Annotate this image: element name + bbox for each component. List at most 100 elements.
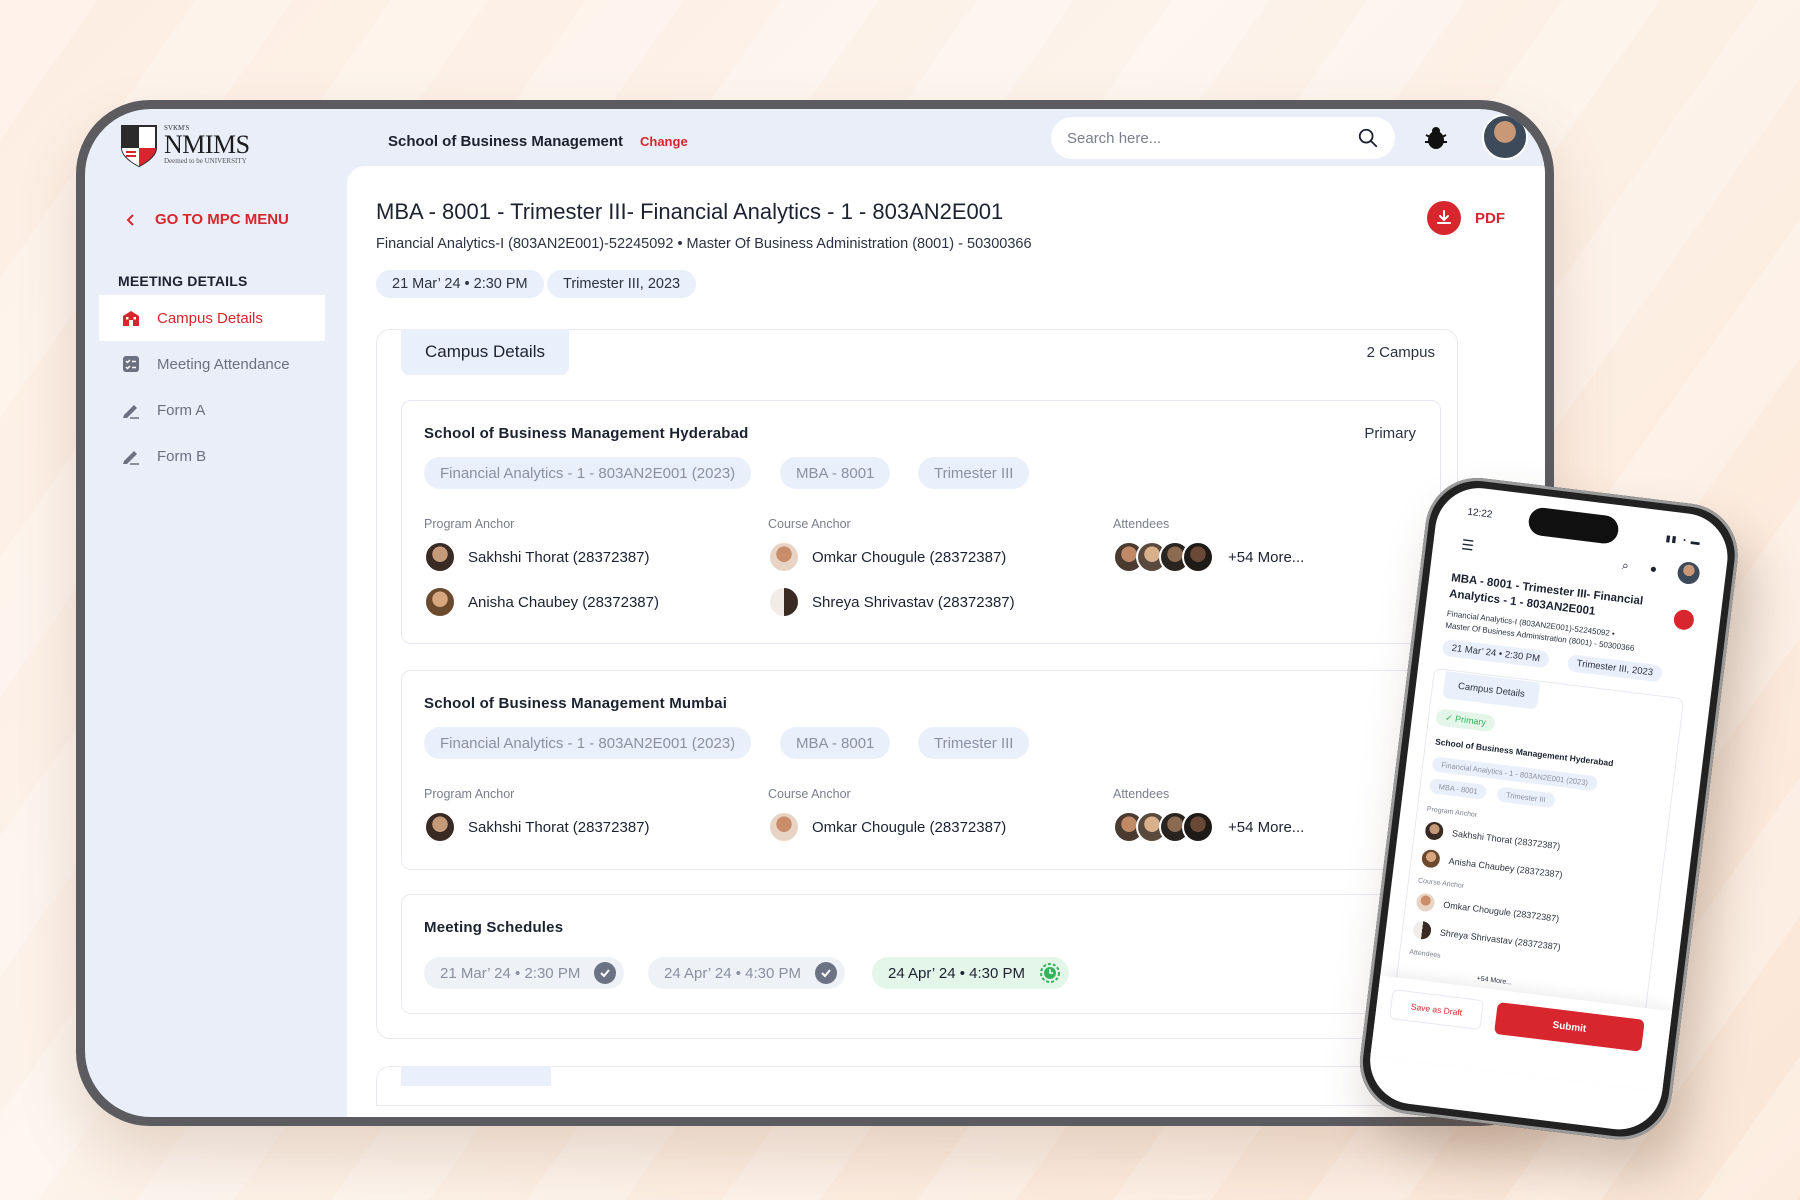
avatar [1419,847,1443,870]
campus-card: School of Business Management Hyderabad … [401,400,1441,644]
avatar [1423,819,1446,843]
search-input[interactable]: Search here... [1051,117,1395,159]
tab-campus-details[interactable]: Campus Details [401,329,569,375]
meeting-schedules-card: Meeting Schedules 21 Mar’ 24 • 2:30 PM 2… [401,894,1441,1014]
primary-badge: Primary [1364,425,1416,442]
schedule-chip[interactable]: 21 Mar’ 24 • 2:30 PM [424,957,625,989]
search-placeholder: Search here... [1067,129,1162,147]
person-name: Omkar Chougule (28372387) [812,548,1007,566]
dynamic-island [1527,506,1620,546]
logo-sub-text: Deemed to be UNIVERSITY [164,157,247,165]
status-bar-icons: ▮▮ ◔ ▬ [1665,533,1702,548]
search-icon[interactable]: ⌕ [1621,558,1629,574]
course-anchor-label: Course Anchor [768,787,851,801]
trimester-tag: Trimester III [918,727,1030,759]
date-chip: 21 Mar’ 24 • 2:30 PM [376,270,544,298]
sidebar-item-form-a[interactable]: Form A [99,387,325,433]
save-draft-label: Save as Draft [1410,1001,1463,1018]
schedule-label: 21 Mar’ 24 • 2:30 PM [440,964,581,982]
clock-progress-icon [1040,963,1060,983]
avatar [424,586,456,618]
sidebar-item-meeting-attendance[interactable]: Meeting Attendance [99,341,325,387]
campus-card: School of Business Management Mumbai Fin… [401,670,1441,870]
campus-name: School of Business Management Mumbai [424,695,728,712]
submit-label: Submit [1551,1019,1587,1035]
search-icon[interactable] [1357,127,1379,149]
attendee-avatars[interactable]: +54 More... [1113,541,1304,573]
main-panel: MBA - 8001 - Trimester III- Financial An… [347,166,1545,1117]
program-anchor-person[interactable]: Anisha Chaubey (28372387) [424,586,659,618]
change-school-link[interactable]: Change [640,134,688,149]
avatar [1414,891,1437,914]
attendee-avatars[interactable]: +54 More... [1113,811,1304,843]
download-icon [1427,201,1461,235]
download-pdf-button[interactable]: PDF [1427,201,1505,235]
bug-report-icon[interactable]: ● [1649,561,1658,576]
program-anchor-label: Program Anchor [424,787,515,801]
program-anchor-person[interactable]: Sakhshi Thorat (28372387) [424,541,650,573]
course-anchor-person[interactable]: Shreya Shrivastav (28372387) [768,586,1015,618]
avatar [424,541,456,573]
download-pdf-button[interactable] [1672,608,1696,631]
course-tag: Financial Analytics - 1 - 803AN2E001 (20… [424,457,752,489]
pen-icon [123,451,139,465]
avatar [424,811,456,843]
date-chip: 21 Mar’ 24 • 2:30 PM [1441,638,1550,669]
campus-name: School of Business Management Hyderabad [424,425,749,442]
avatar [768,541,800,573]
schedule-label: 24 Apr’ 24 • 4:30 PM [664,964,801,982]
page-subtitle: Financial Analytics-I (803AN2E001)-52245… [376,236,1032,252]
course-tag: Financial Analytics - 1 - 803AN2E001 (20… [424,727,752,759]
avatar [1410,919,1434,942]
user-avatar[interactable] [1676,560,1701,586]
person-name: Anisha Chaubey (28372387) [468,593,659,611]
term-chip: Trimester III, 2023 [1566,654,1663,683]
avatar [768,811,800,843]
sidebar-item-label: Form B [157,447,207,465]
sidebar-item-label: Form A [157,401,206,419]
sidebar-item-form-b[interactable]: Form B [99,433,325,479]
back-label: GO TO MPC MENU [155,211,289,228]
building-icon [123,311,139,326]
checklist-icon [123,356,139,372]
attendees-label: Attendees [1113,517,1170,531]
primary-label: Primary [1454,713,1487,728]
nmims-logo[interactable]: SVKM'S NMIMS Deemed to be UNIVERSITY [120,119,260,171]
user-avatar[interactable] [1482,114,1528,160]
schedule-chip[interactable]: 24 Apr’ 24 • 4:30 PM [648,957,845,989]
pen-icon [123,405,139,419]
person-name: Sakhshi Thorat (28372387) [468,548,650,566]
meeting-schedules-title: Meeting Schedules [424,919,564,936]
check-icon [815,962,837,984]
course-anchor-person[interactable]: Omkar Chougule (28372387) [768,541,1006,573]
campus-details-section: Campus Details 2 Campus School of Busine… [376,329,1458,1039]
shield-logo-icon [121,125,157,168]
course-anchor-label: Course Anchor [768,517,851,531]
sidebar-item-label: Campus Details [157,309,263,327]
more-attendees-link[interactable]: +54 More... [1228,549,1304,566]
person-name: Shreya Shrivastav (28372387) [812,593,1015,611]
logo-main-text: NMIMS [164,130,250,159]
phone-time: 12:22 [1466,506,1493,521]
avatar [768,586,800,618]
campus-count: 2 Campus [1366,344,1435,361]
next-section-stub [376,1066,1458,1106]
program-tag: MBA - 8001 [780,727,891,759]
schedule-chip-current[interactable]: 24 Apr’ 24 • 4:30 PM [872,957,1069,989]
chevron-left-icon [126,213,134,226]
more-attendees-link[interactable]: +54 More... [1228,819,1304,836]
sidebar-item-campus-details[interactable]: Campus Details [99,295,325,341]
avatar [1182,541,1214,573]
program-anchor-label: Program Anchor [424,517,515,531]
trimester-tag: Trimester III [918,457,1030,489]
tablet-screen: SVKM'S NMIMS Deemed to be UNIVERSITY Sch… [85,109,1545,1117]
attendees-label: Attendees [1113,787,1170,801]
program-anchor-person[interactable]: Sakhshi Thorat (28372387) [424,811,650,843]
menu-icon[interactable]: ☰ [1460,536,1474,554]
person-name: Omkar Chougule (28372387) [812,818,1007,836]
check-icon [594,962,617,984]
avatar [1182,811,1214,843]
bug-report-icon[interactable] [1423,125,1449,151]
go-to-mpc-menu-link[interactable]: GO TO MPC MENU [125,211,289,228]
course-anchor-person[interactable]: Omkar Chougule (28372387) [768,811,1006,843]
